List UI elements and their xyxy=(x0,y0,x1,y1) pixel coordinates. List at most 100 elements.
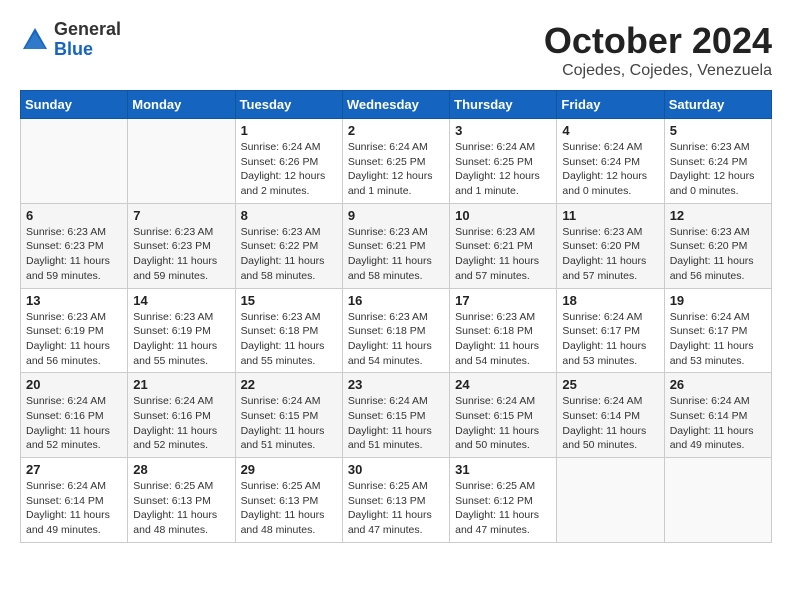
day-number: 11 xyxy=(562,208,658,223)
col-header-wednesday: Wednesday xyxy=(342,91,449,119)
col-header-friday: Friday xyxy=(557,91,664,119)
calendar-cell: 15 Sunrise: 6:23 AM Sunset: 6:18 PM Dayli… xyxy=(235,288,342,373)
calendar-cell xyxy=(21,119,128,204)
day-info: Sunrise: 6:25 AM Sunset: 6:13 PM Dayligh… xyxy=(133,479,229,538)
day-number: 31 xyxy=(455,462,551,477)
calendar-cell: 13 Sunrise: 6:23 AM Sunset: 6:19 PM Dayli… xyxy=(21,288,128,373)
day-info: Sunrise: 6:24 AM Sunset: 6:15 PM Dayligh… xyxy=(241,394,337,453)
day-info: Sunrise: 6:23 AM Sunset: 6:18 PM Dayligh… xyxy=(348,310,444,369)
calendar-cell: 18 Sunrise: 6:24 AM Sunset: 6:17 PM Dayli… xyxy=(557,288,664,373)
day-info: Sunrise: 6:24 AM Sunset: 6:24 PM Dayligh… xyxy=(562,140,658,199)
day-info: Sunrise: 6:23 AM Sunset: 6:22 PM Dayligh… xyxy=(241,225,337,284)
day-info: Sunrise: 6:23 AM Sunset: 6:23 PM Dayligh… xyxy=(133,225,229,284)
calendar-cell: 6Sunrise: 6:23 AM Sunset: 6:23 PM Daylig… xyxy=(21,203,128,288)
day-info: Sunrise: 6:23 AM Sunset: 6:24 PM Dayligh… xyxy=(670,140,766,199)
day-info: Sunrise: 6:24 AM Sunset: 6:26 PM Dayligh… xyxy=(241,140,337,199)
day-number: 16 xyxy=(348,293,444,308)
day-number: 2 xyxy=(348,123,444,138)
day-info: Sunrise: 6:23 AM Sunset: 6:18 PM Dayligh… xyxy=(455,310,551,369)
day-number: 4 xyxy=(562,123,658,138)
day-number: 9 xyxy=(348,208,444,223)
day-info: Sunrise: 6:24 AM Sunset: 6:15 PM Dayligh… xyxy=(348,394,444,453)
day-info: Sunrise: 6:24 AM Sunset: 6:14 PM Dayligh… xyxy=(562,394,658,453)
day-info: Sunrise: 6:24 AM Sunset: 6:17 PM Dayligh… xyxy=(670,310,766,369)
day-number: 26 xyxy=(670,377,766,392)
day-info: Sunrise: 6:23 AM Sunset: 6:21 PM Dayligh… xyxy=(348,225,444,284)
calendar-cell: 26 Sunrise: 6:24 AM Sunset: 6:14 PM Dayli… xyxy=(664,373,771,458)
day-number: 25 xyxy=(562,377,658,392)
calendar-cell: 21 Sunrise: 6:24 AM Sunset: 6:16 PM Dayli… xyxy=(128,373,235,458)
day-number: 19 xyxy=(670,293,766,308)
day-number: 21 xyxy=(133,377,229,392)
calendar-cell: 31Sunrise: 6:25 AM Sunset: 6:12 PM Dayli… xyxy=(450,458,557,543)
day-number: 3 xyxy=(455,123,551,138)
day-number: 5 xyxy=(670,123,766,138)
day-info: Sunrise: 6:24 AM Sunset: 6:17 PM Dayligh… xyxy=(562,310,658,369)
day-info: Sunrise: 6:23 AM Sunset: 6:21 PM Dayligh… xyxy=(455,225,551,284)
day-number: 29 xyxy=(241,462,337,477)
day-number: 22 xyxy=(241,377,337,392)
day-info: Sunrise: 6:23 AM Sunset: 6:19 PM Dayligh… xyxy=(133,310,229,369)
day-number: 17 xyxy=(455,293,551,308)
calendar-cell: 5 Sunrise: 6:23 AM Sunset: 6:24 PM Daylig… xyxy=(664,119,771,204)
day-number: 1 xyxy=(241,123,337,138)
calendar-cell: 22 Sunrise: 6:24 AM Sunset: 6:15 PM Dayli… xyxy=(235,373,342,458)
location-subtitle: Cojedes, Cojedes, Venezuela xyxy=(544,62,772,80)
day-info: Sunrise: 6:24 AM Sunset: 6:14 PM Dayligh… xyxy=(670,394,766,453)
day-number: 18 xyxy=(562,293,658,308)
calendar-cell: 11 Sunrise: 6:23 AM Sunset: 6:20 PM Dayli… xyxy=(557,203,664,288)
title-block: October 2024 Cojedes, Cojedes, Venezuela xyxy=(544,20,772,80)
col-header-tuesday: Tuesday xyxy=(235,91,342,119)
day-info: Sunrise: 6:24 AM Sunset: 6:16 PM Dayligh… xyxy=(133,394,229,453)
day-info: Sunrise: 6:24 AM Sunset: 6:25 PM Dayligh… xyxy=(348,140,444,199)
day-number: 10 xyxy=(455,208,551,223)
calendar-cell: 8Sunrise: 6:23 AM Sunset: 6:22 PM Daylig… xyxy=(235,203,342,288)
day-number: 15 xyxy=(241,293,337,308)
col-header-thursday: Thursday xyxy=(450,91,557,119)
calendar-cell: 17 Sunrise: 6:23 AM Sunset: 6:18 PM Dayli… xyxy=(450,288,557,373)
day-number: 28 xyxy=(133,462,229,477)
calendar-cell: 1 Sunrise: 6:24 AM Sunset: 6:26 PM Daylig… xyxy=(235,119,342,204)
day-number: 30 xyxy=(348,462,444,477)
logo-icon xyxy=(20,25,50,55)
page-header: General Blue October 2024 Cojedes, Cojed… xyxy=(20,20,772,80)
month-title: October 2024 xyxy=(544,20,772,62)
calendar-cell: 20 Sunrise: 6:24 AM Sunset: 6:16 PM Dayli… xyxy=(21,373,128,458)
day-number: 13 xyxy=(26,293,122,308)
calendar-cell: 25 Sunrise: 6:24 AM Sunset: 6:14 PM Dayli… xyxy=(557,373,664,458)
day-number: 7 xyxy=(133,208,229,223)
logo-blue-text: Blue xyxy=(54,39,93,59)
calendar-cell: 16 Sunrise: 6:23 AM Sunset: 6:18 PM Dayli… xyxy=(342,288,449,373)
day-number: 20 xyxy=(26,377,122,392)
calendar-cell xyxy=(128,119,235,204)
calendar-table: SundayMondayTuesdayWednesdayThursdayFrid… xyxy=(20,90,772,543)
calendar-cell: 4 Sunrise: 6:24 AM Sunset: 6:24 PM Daylig… xyxy=(557,119,664,204)
day-info: Sunrise: 6:25 AM Sunset: 6:13 PM Dayligh… xyxy=(348,479,444,538)
day-info: Sunrise: 6:24 AM Sunset: 6:15 PM Dayligh… xyxy=(455,394,551,453)
col-header-saturday: Saturday xyxy=(664,91,771,119)
day-info: Sunrise: 6:25 AM Sunset: 6:13 PM Dayligh… xyxy=(241,479,337,538)
col-header-monday: Monday xyxy=(128,91,235,119)
day-number: 24 xyxy=(455,377,551,392)
day-info: Sunrise: 6:23 AM Sunset: 6:20 PM Dayligh… xyxy=(562,225,658,284)
day-number: 6 xyxy=(26,208,122,223)
day-info: Sunrise: 6:24 AM Sunset: 6:16 PM Dayligh… xyxy=(26,394,122,453)
day-number: 14 xyxy=(133,293,229,308)
calendar-cell: 7 Sunrise: 6:23 AM Sunset: 6:23 PM Daylig… xyxy=(128,203,235,288)
day-info: Sunrise: 6:24 AM Sunset: 6:25 PM Dayligh… xyxy=(455,140,551,199)
calendar-cell: 27Sunrise: 6:24 AM Sunset: 6:14 PM Dayli… xyxy=(21,458,128,543)
day-number: 23 xyxy=(348,377,444,392)
calendar-cell: 30 Sunrise: 6:25 AM Sunset: 6:13 PM Dayli… xyxy=(342,458,449,543)
calendar-cell: 29 Sunrise: 6:25 AM Sunset: 6:13 PM Dayli… xyxy=(235,458,342,543)
calendar-cell: 14 Sunrise: 6:23 AM Sunset: 6:19 PM Dayli… xyxy=(128,288,235,373)
logo: General Blue xyxy=(20,20,121,60)
logo-general-text: General xyxy=(54,19,121,39)
calendar-cell: 3 Sunrise: 6:24 AM Sunset: 6:25 PM Daylig… xyxy=(450,119,557,204)
calendar-cell: 19 Sunrise: 6:24 AM Sunset: 6:17 PM Dayli… xyxy=(664,288,771,373)
day-info: Sunrise: 6:23 AM Sunset: 6:19 PM Dayligh… xyxy=(26,310,122,369)
calendar-cell: 24 Sunrise: 6:24 AM Sunset: 6:15 PM Dayli… xyxy=(450,373,557,458)
day-info: Sunrise: 6:23 AM Sunset: 6:18 PM Dayligh… xyxy=(241,310,337,369)
calendar-cell: 12Sunrise: 6:23 AM Sunset: 6:20 PM Dayli… xyxy=(664,203,771,288)
calendar-cell: 10 Sunrise: 6:23 AM Sunset: 6:21 PM Dayli… xyxy=(450,203,557,288)
calendar-cell: 9 Sunrise: 6:23 AM Sunset: 6:21 PM Daylig… xyxy=(342,203,449,288)
